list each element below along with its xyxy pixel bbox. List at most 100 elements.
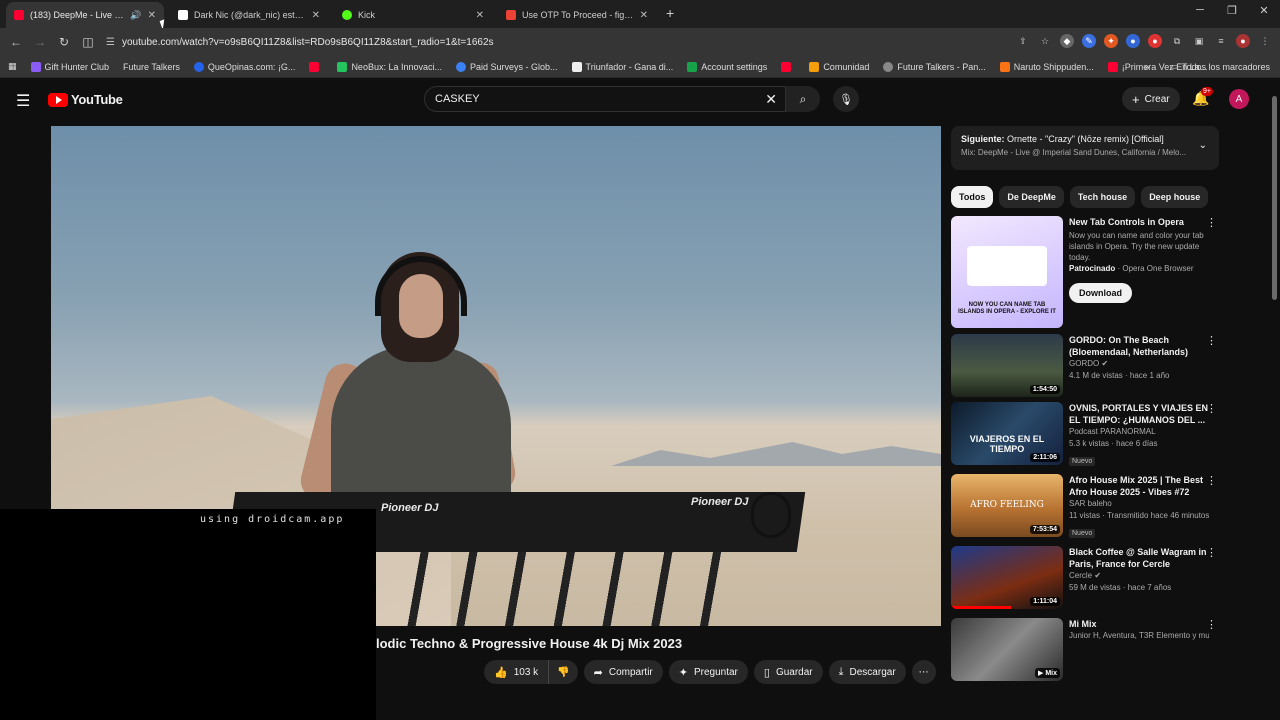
dislike-button[interactable]: 👎 bbox=[549, 660, 578, 684]
recommendation-item[interactable]: VIAJEROS EN EL TIEMPO 2:11:06 OVNIS, POR… bbox=[951, 402, 1221, 468]
ad-thumbnail[interactable]: NOW YOU CAN NAME TAB ISLANDS IN OPERA - … bbox=[951, 216, 1063, 328]
bookmark-item[interactable] bbox=[309, 61, 323, 72]
youtube-logo[interactable]: YouTube bbox=[48, 92, 123, 107]
address-text: youtube.com/watch?v=o9sB6QI11Z8&list=RDo… bbox=[122, 36, 494, 48]
video-thumbnail[interactable]: 1:54:50 bbox=[951, 334, 1063, 397]
download-icon[interactable]: ≡ bbox=[1214, 34, 1228, 48]
video-thumbnail[interactable]: AFRO FEELING 7:53:54 bbox=[951, 474, 1063, 537]
reload-icon[interactable]: ↻ bbox=[52, 35, 76, 49]
ad-download-button[interactable]: Download bbox=[1069, 283, 1132, 303]
close-tab-icon[interactable]: ✕ bbox=[640, 10, 648, 21]
speaker-icon[interactable]: 🔊 bbox=[130, 10, 141, 21]
chip-deep-house[interactable]: Deep house bbox=[1141, 186, 1209, 208]
browser-tab[interactable]: (183) DeepMe - Live @ Imp 🔊 ✕ bbox=[6, 2, 164, 28]
bookmark-item[interactable]: Account settings bbox=[687, 61, 768, 72]
browser-tab[interactable]: Kick ✕ bbox=[334, 2, 492, 28]
globe-icon bbox=[883, 61, 894, 72]
close-tab-icon[interactable]: ✕ bbox=[148, 10, 156, 21]
back-icon[interactable]: ← bbox=[4, 35, 28, 49]
save-label: Guardar bbox=[775, 666, 813, 678]
bookmark-item[interactable]: Naruto Shippuden... bbox=[999, 61, 1094, 72]
search-button[interactable]: ⌕ bbox=[786, 86, 820, 112]
duration-badge: 1:54:50 bbox=[1029, 385, 1060, 394]
more-vertical-icon[interactable]: ⋮ bbox=[1206, 334, 1217, 347]
create-button[interactable]: + Crear bbox=[1122, 87, 1180, 111]
youtube-wordmark: YouTube bbox=[71, 92, 123, 107]
close-tab-icon[interactable]: ✕ bbox=[312, 10, 320, 21]
browser-tab[interactable]: Use OTP To Proceed - figue415 ✕ bbox=[498, 2, 656, 28]
chip-de-deepme[interactable]: De DeepMe bbox=[999, 186, 1064, 208]
search-input[interactable]: CASKEY ✕ bbox=[424, 86, 786, 112]
video-thumbnail[interactable]: VIAJEROS EN EL TIEMPO 2:11:06 bbox=[951, 402, 1063, 465]
more-vertical-icon[interactable]: ⋮ bbox=[1206, 546, 1217, 559]
save-button[interactable]: ▯ Guardar bbox=[753, 660, 823, 684]
verified-icon: ✔ bbox=[1101, 359, 1109, 368]
bookmark-item[interactable]: Paid Surveys - Glob... bbox=[456, 61, 558, 72]
like-count: 103 k bbox=[513, 666, 539, 678]
bookmark-item[interactable]: NeoBux: La Innovaci... bbox=[337, 61, 442, 72]
bookmark-label: Account settings bbox=[701, 61, 768, 72]
bookmark-item[interactable]: QueOpinas.com: ¡G... bbox=[193, 61, 295, 72]
chip-todos[interactable]: Todos bbox=[951, 186, 994, 208]
bookmark-label: Naruto Shippuden... bbox=[1013, 61, 1094, 72]
recommendation-item[interactable]: AFRO FEELING 7:53:54 Afro House Mix 2025… bbox=[951, 474, 1221, 540]
ask-button[interactable]: ✦ Preguntar bbox=[668, 660, 748, 684]
sidepanel-icon[interactable]: ▣ bbox=[1192, 34, 1206, 48]
mix-thumbnail[interactable]: ▶ Mix bbox=[951, 618, 1063, 681]
chevron-right-icon[interactable]: » bbox=[1144, 62, 1149, 72]
extension-icon[interactable]: ● bbox=[1126, 34, 1140, 48]
puzzle-extensions-icon[interactable]: ⧉ bbox=[1170, 34, 1184, 48]
all-bookmarks[interactable]: » ▭ Todos los marcadores bbox=[1144, 61, 1270, 72]
voice-search-button[interactable]: 🎙 bbox=[833, 86, 859, 112]
more-vertical-icon[interactable]: ⋮ bbox=[1206, 216, 1217, 229]
avatar[interactable]: A bbox=[1229, 89, 1249, 109]
more-actions-button[interactable]: ⋯ bbox=[911, 660, 936, 684]
extension-icon[interactable]: ✎ bbox=[1082, 34, 1096, 48]
recommendation-item[interactable]: 1:11:04 Black Coffee @ Salle Wagram in P… bbox=[951, 546, 1221, 609]
bookmark-item[interactable]: Comunidad bbox=[809, 61, 869, 72]
sponsored-item[interactable]: NOW YOU CAN NAME TAB ISLANDS IN OPERA - … bbox=[951, 216, 1221, 328]
minimize-icon[interactable]: ─ bbox=[1184, 4, 1216, 17]
chip-tech-house[interactable]: Tech house bbox=[1069, 186, 1136, 208]
split-view-icon[interactable]: ◫ bbox=[76, 35, 100, 49]
chevron-down-icon[interactable]: ⌄ bbox=[1199, 140, 1207, 151]
site-info-icon[interactable]: ☰ bbox=[106, 37, 122, 48]
channel-name: Cercle bbox=[1069, 571, 1093, 580]
more-vertical-icon[interactable]: ⋮ bbox=[1206, 618, 1217, 631]
bookmark-item[interactable] bbox=[781, 61, 795, 72]
video-thumbnail[interactable]: 1:11:04 bbox=[951, 546, 1063, 609]
bookmark-item[interactable]: Gift Hunter Club bbox=[30, 61, 109, 72]
new-tab-icon[interactable]: + bbox=[666, 5, 674, 21]
clear-search-icon[interactable]: ✕ bbox=[765, 91, 777, 108]
maximize-icon[interactable]: ❐ bbox=[1216, 4, 1248, 17]
more-vertical-icon[interactable]: ⋮ bbox=[1206, 474, 1217, 487]
download-button[interactable]: ⤓ Descargar bbox=[828, 660, 906, 684]
extension-icon[interactable]: ● bbox=[1148, 34, 1162, 48]
up-next-panel[interactable]: Siguiente: Ornette - "Crazy" (Nōze remix… bbox=[951, 126, 1219, 170]
close-window-icon[interactable]: ✕ bbox=[1248, 4, 1280, 17]
recommendation-item[interactable]: ▶ Mix Mi Mix Junior H, Aventura, T3R Ele… bbox=[951, 618, 1221, 681]
bookmark-star-icon[interactable]: ☆ bbox=[1038, 34, 1052, 48]
notifications-button[interactable]: 🔔 9+ bbox=[1192, 87, 1213, 107]
extension-icon[interactable]: ✦ bbox=[1104, 34, 1118, 48]
bookmark-item[interactable]: Triunfador - Gana di... bbox=[571, 61, 673, 72]
bookmark-item[interactable]: Future Talkers - Pan... bbox=[883, 61, 986, 72]
install-icon[interactable]: ⇪ bbox=[1016, 34, 1030, 48]
recommendation-item[interactable]: 1:54:50 GORDO: On The Beach (Bloemendaal… bbox=[951, 334, 1221, 397]
browser-tab[interactable]: Dark Nic (@dark_nic) está LIVE ✕ bbox=[170, 2, 328, 28]
shield-extension-icon[interactable]: ◆ bbox=[1060, 34, 1074, 48]
close-tab-icon[interactable]: ✕ bbox=[476, 10, 484, 21]
share-button[interactable]: ➦ Compartir bbox=[583, 660, 663, 684]
bookmark-item[interactable]: Future Talkers bbox=[123, 62, 180, 72]
address-bar[interactable]: ☰ youtube.com/watch?v=o9sB6QI11Z8&list=R… bbox=[106, 31, 1006, 53]
duration-badge: ▶ Mix bbox=[1035, 668, 1060, 678]
browser-menu-icon[interactable]: ⋮ bbox=[1258, 34, 1272, 48]
forward-icon[interactable]: → bbox=[28, 35, 52, 49]
scrollbar-thumb[interactable] bbox=[1272, 96, 1277, 300]
more-vertical-icon[interactable]: ⋮ bbox=[1206, 402, 1217, 415]
ad-meta: New Tab Controls in Opera Now you can na… bbox=[1069, 216, 1217, 328]
profile-icon[interactable]: ● bbox=[1236, 34, 1250, 48]
hamburger-menu-icon[interactable]: ☰ bbox=[16, 91, 30, 111]
like-button[interactable]: 👍 103 k bbox=[484, 660, 550, 684]
apps-icon[interactable]: ▦ bbox=[8, 61, 17, 72]
